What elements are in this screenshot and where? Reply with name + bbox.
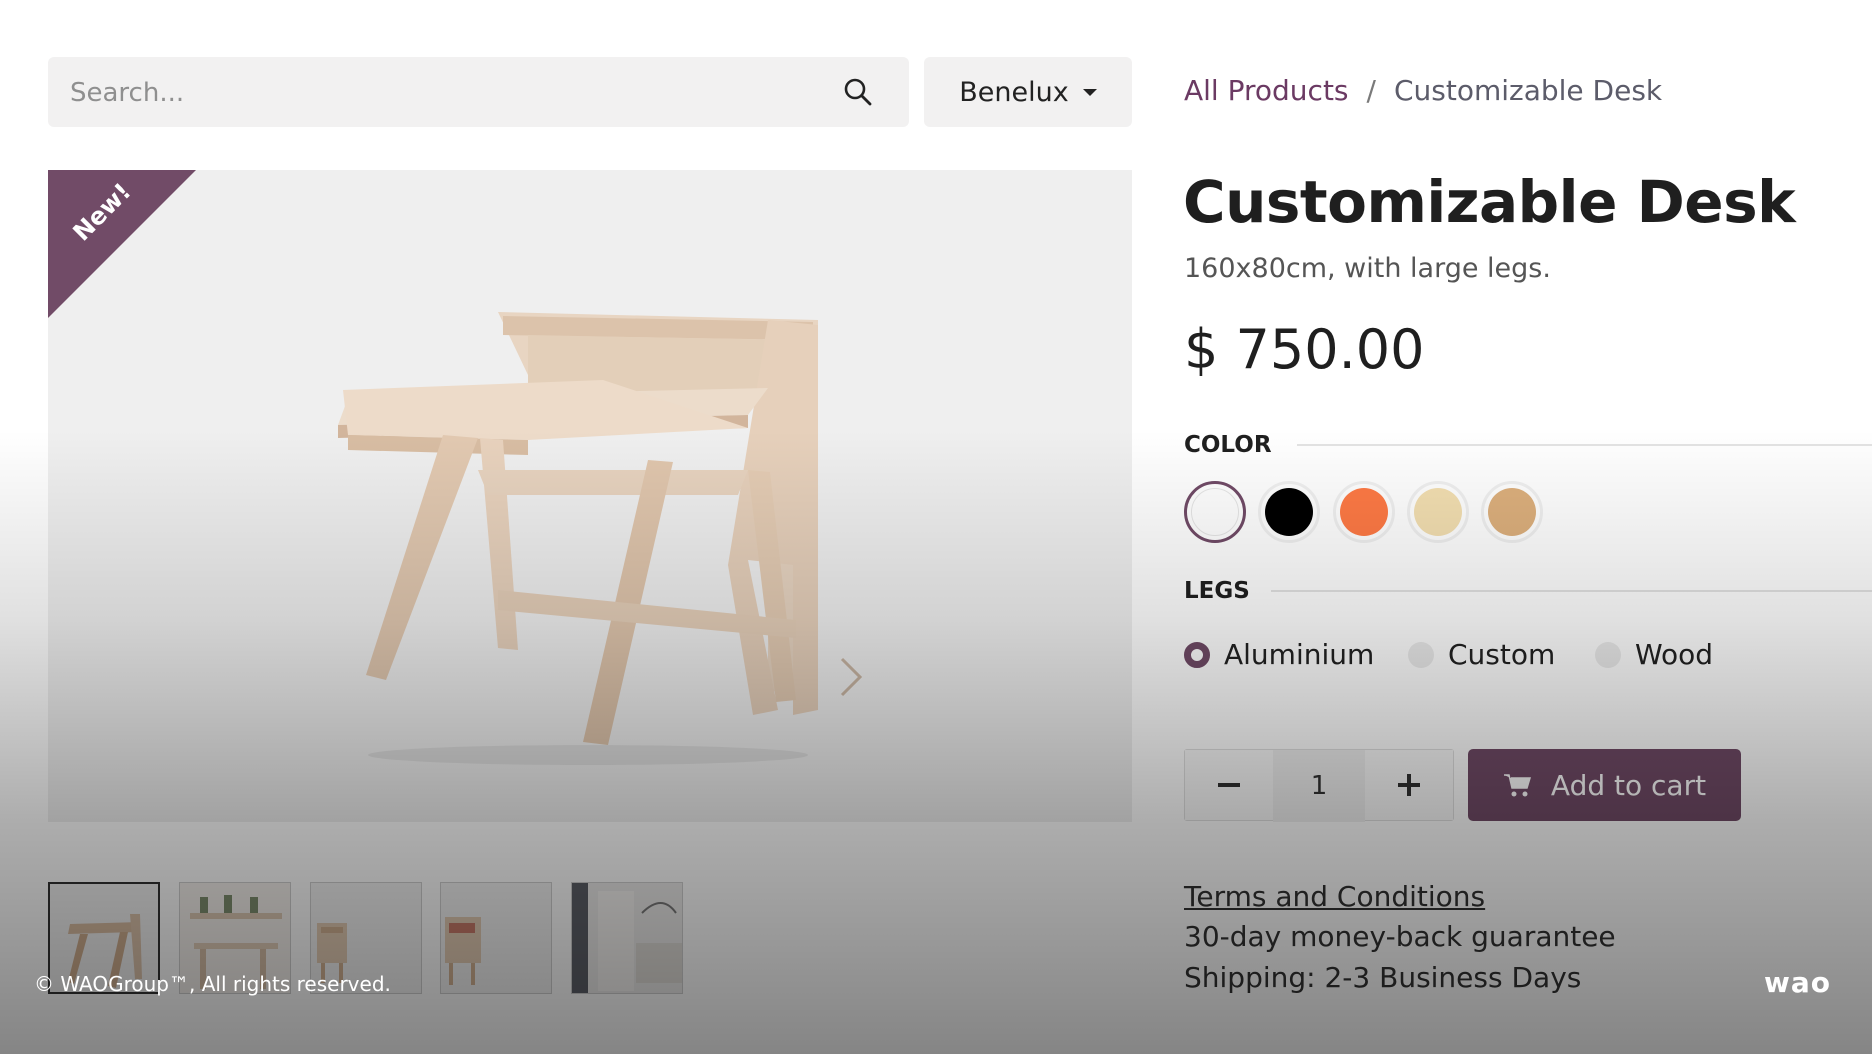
product-main-image	[48, 170, 1132, 822]
breadcrumb-current: Customizable Desk	[1393, 74, 1663, 107]
color-divider	[1297, 444, 1872, 446]
legs-attribute-label: LEGS	[1184, 578, 1250, 604]
legs-option-aluminium[interactable]: Aluminium	[1184, 638, 1374, 671]
chevron-down-icon	[1082, 88, 1097, 96]
pricelist-label: Benelux	[959, 76, 1069, 108]
radio-checked-icon[interactable]	[1184, 641, 1210, 668]
cart-icon	[1503, 774, 1531, 797]
swatch-fill	[1488, 488, 1536, 536]
product-description: 160x80cm, with large legs.	[1184, 253, 1551, 284]
product-title: Customizable Desk	[1183, 168, 1796, 236]
color-swatch-beige[interactable]	[1407, 481, 1469, 543]
legs-option-label: Wood	[1635, 638, 1714, 671]
desk-illustration	[338, 312, 818, 765]
quantity-increase-button[interactable]	[1365, 750, 1453, 820]
thumbnail-4[interactable]	[440, 882, 552, 994]
swatch-fill	[1265, 488, 1313, 536]
swatch-fill	[1340, 488, 1388, 536]
swatch-fill	[1191, 488, 1239, 536]
guarantee-text: 30-day money-back guarantee	[1184, 920, 1616, 953]
legs-option-custom[interactable]: Custom	[1408, 638, 1555, 671]
breadcrumb: All Products / Customizable Desk	[1184, 74, 1662, 107]
minus-icon	[1218, 783, 1240, 787]
color-swatch-white[interactable]	[1184, 481, 1246, 543]
thumbnail-5[interactable]	[571, 882, 683, 994]
quantity-stepper	[1184, 749, 1454, 822]
legs-option-label: Custom	[1448, 638, 1556, 671]
add-to-cart-button[interactable]: Add to cart	[1468, 749, 1741, 821]
footer-copyright: © WAOGroup™, All rights reserved.	[34, 972, 391, 996]
wao-logo: wao	[1764, 966, 1831, 999]
radio-unchecked-icon[interactable]	[1595, 641, 1621, 668]
next-image-arrow-icon[interactable]	[838, 655, 864, 699]
color-attribute-label: COLOR	[1184, 432, 1272, 458]
color-swatch-black[interactable]	[1258, 481, 1320, 543]
breadcrumb-all-products[interactable]: All Products	[1184, 74, 1349, 107]
terms-link[interactable]: Terms and Conditions	[1184, 880, 1485, 913]
plus-icon	[1398, 774, 1420, 796]
quantity-input[interactable]	[1273, 750, 1365, 822]
pricelist-dropdown[interactable]: Benelux	[924, 57, 1132, 127]
radio-unchecked-icon[interactable]	[1408, 641, 1434, 668]
legs-option-label: Aluminium	[1224, 638, 1375, 671]
quantity-decrease-button[interactable]	[1185, 750, 1273, 820]
color-swatch-tan[interactable]	[1481, 481, 1543, 543]
swatch-fill	[1414, 488, 1462, 536]
color-swatch-orange[interactable]	[1333, 481, 1395, 543]
product-price: $ 750.00	[1184, 318, 1425, 381]
search-icon[interactable]	[842, 76, 874, 108]
search-bar	[48, 57, 909, 129]
legs-divider	[1271, 590, 1872, 592]
search-input[interactable]	[68, 57, 852, 129]
add-to-cart-label: Add to cart	[1550, 768, 1707, 802]
shipping-text: Shipping: 2-3 Business Days	[1184, 961, 1582, 994]
breadcrumb-separator: /	[1366, 74, 1376, 107]
legs-option-wood[interactable]: Wood	[1595, 638, 1713, 671]
